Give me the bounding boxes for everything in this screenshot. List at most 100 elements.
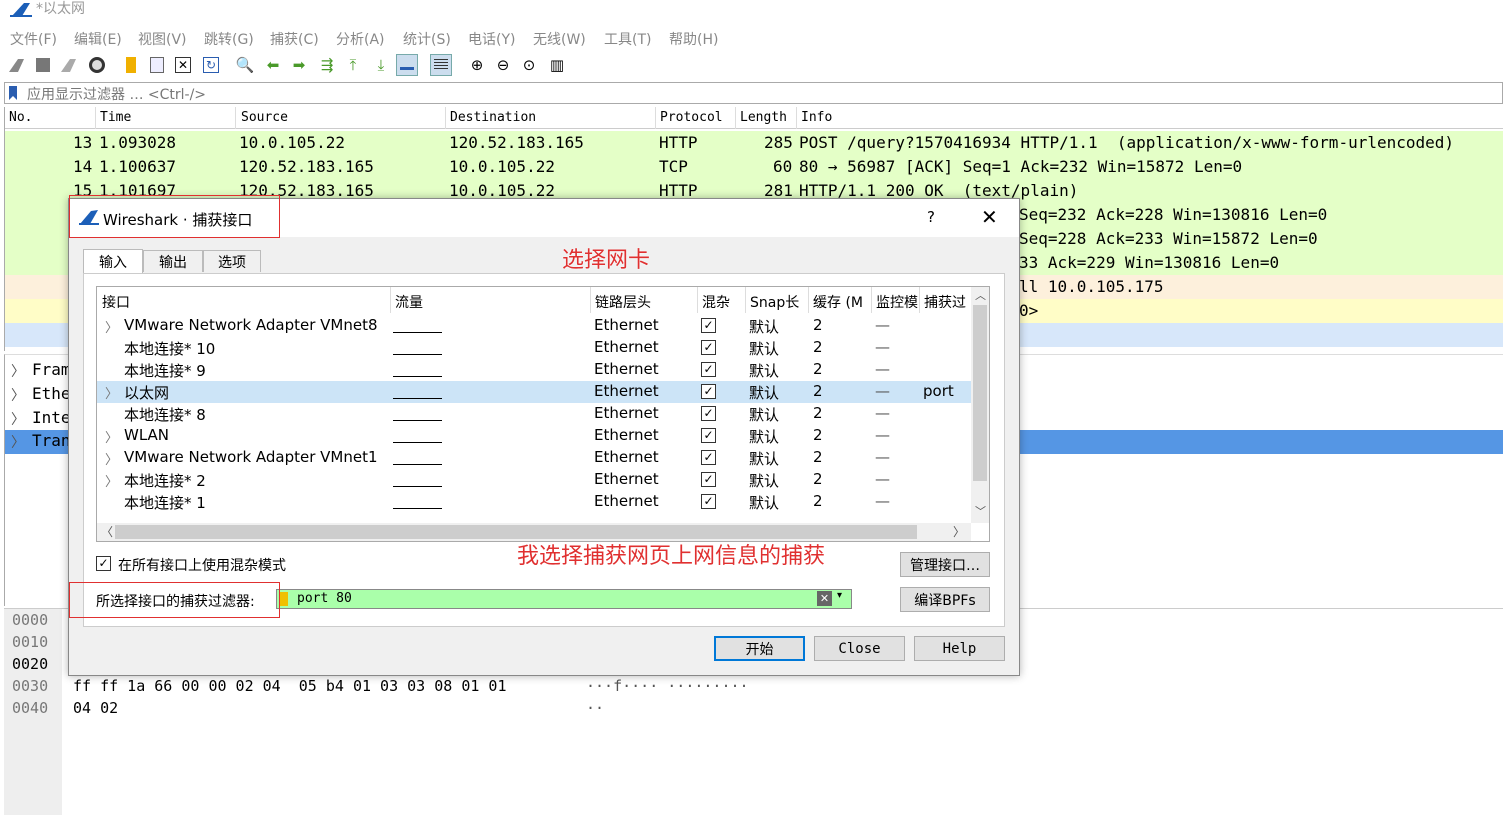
restart-capture-icon[interactable] bbox=[58, 54, 80, 76]
snaplen[interactable]: 默认 bbox=[749, 382, 779, 403]
buffer-size[interactable]: 2 bbox=[813, 316, 823, 334]
snaplen[interactable]: 默认 bbox=[749, 470, 779, 491]
colorize-icon[interactable] bbox=[430, 54, 452, 76]
chevron-right-icon[interactable]: 〉 bbox=[105, 449, 118, 468]
promisc-checkbox[interactable]: ✓ bbox=[701, 406, 716, 421]
col-time[interactable]: Time bbox=[100, 110, 131, 130]
snaplen[interactable]: 默认 bbox=[749, 492, 779, 513]
snaplen[interactable]: 默认 bbox=[749, 426, 779, 447]
buffer-size[interactable]: 2 bbox=[813, 470, 823, 488]
col-source[interactable]: Source bbox=[241, 110, 288, 130]
promisc-checkbox[interactable]: ✓ bbox=[701, 450, 716, 465]
buffer-size[interactable]: 2 bbox=[813, 492, 823, 510]
hex-bytes[interactable]: ff ff 1a 66 00 00 02 04 05 b4 01 03 03 0… bbox=[73, 677, 506, 695]
tab-output[interactable]: 输出 bbox=[143, 250, 203, 272]
interface-row[interactable]: 〉 VMware Network Adapter VMnet8 Ethernet ✓ 默… bbox=[97, 315, 971, 337]
interface-row[interactable]: 本地连接* 9 Ethernet ✓ 默认 2 — bbox=[97, 359, 971, 381]
interface-row[interactable]: 〉以太网 Ethernet ✓ 默认 2 — port bbox=[97, 381, 971, 403]
interface-row[interactable]: 本地连接* 8 Ethernet ✓ 默认 2 — bbox=[97, 403, 971, 425]
buffer-size[interactable]: 2 bbox=[813, 382, 823, 400]
menu-item[interactable]: 编辑(E) bbox=[74, 29, 122, 49]
col-no[interactable]: No. bbox=[9, 110, 32, 130]
bookmark-icon[interactable] bbox=[9, 86, 17, 100]
col-destination[interactable]: Destination bbox=[450, 110, 536, 130]
interface-row[interactable]: 〉本地连接* 2 Ethernet ✓ 默认 2 — bbox=[97, 469, 971, 491]
col-interface[interactable]: 接口 bbox=[102, 292, 382, 312]
go-back-icon[interactable]: ⬅ bbox=[262, 54, 284, 76]
start-capture-icon[interactable] bbox=[6, 54, 28, 76]
promisc-checkbox[interactable]: ✓ bbox=[701, 494, 716, 509]
menu-item[interactable]: 电话(Y) bbox=[468, 29, 515, 49]
interface-row[interactable]: 〉 WLAN Ethernet ✓ 默认 2 — bbox=[97, 425, 971, 447]
promisc-all-checkbox[interactable]: ✓ bbox=[96, 556, 111, 571]
capture-options-icon[interactable] bbox=[86, 54, 108, 76]
vertical-scrollbar[interactable]: ︿ ﹀ bbox=[971, 287, 989, 523]
buffer-size[interactable]: 2 bbox=[813, 360, 823, 378]
go-last-icon[interactable]: ⤓ bbox=[370, 54, 392, 76]
menu-item[interactable]: 统计(S) bbox=[403, 29, 451, 49]
close-button[interactable]: Close bbox=[814, 636, 905, 661]
resize-columns-icon[interactable]: ▥ bbox=[546, 54, 568, 76]
zoom-in-icon[interactable]: ⊕ bbox=[466, 54, 488, 76]
close-file-icon[interactable]: ✕ bbox=[172, 54, 194, 76]
chevron-right-icon[interactable]: 〉 bbox=[105, 471, 118, 490]
autoscroll-icon[interactable] bbox=[396, 54, 418, 76]
dropdown-arrow-icon[interactable]: ▾ bbox=[837, 590, 842, 601]
menu-item[interactable]: 无线(W) bbox=[533, 29, 586, 49]
promisc-checkbox[interactable]: ✓ bbox=[701, 340, 716, 355]
chevron-right-icon[interactable]: 〉 bbox=[105, 427, 118, 446]
clear-filter-icon[interactable]: ✕ bbox=[817, 591, 832, 606]
col-protocol[interactable]: Protocol bbox=[660, 110, 723, 130]
buffer-size[interactable]: 2 bbox=[813, 426, 823, 444]
buffer-size[interactable]: 2 bbox=[813, 448, 823, 466]
scroll-right-icon[interactable]: 〉 bbox=[953, 523, 965, 540]
save-file-icon[interactable] bbox=[146, 54, 168, 76]
go-to-packet-icon[interactable]: ⇶ bbox=[316, 54, 338, 76]
promisc-checkbox[interactable]: ✓ bbox=[701, 428, 716, 443]
menu-item[interactable]: 视图(V) bbox=[138, 29, 187, 49]
col-monitor[interactable]: 监控模 bbox=[876, 292, 918, 312]
hex-ascii[interactable]: ·· bbox=[586, 699, 604, 717]
col-promiscuous[interactable]: 混杂 bbox=[702, 292, 742, 312]
start-button[interactable]: 开始 bbox=[714, 636, 805, 661]
promisc-checkbox[interactable]: ✓ bbox=[701, 384, 716, 399]
col-traffic[interactable]: 流量 bbox=[395, 292, 585, 312]
chevron-right-icon[interactable]: 〉 bbox=[11, 385, 25, 405]
col-buffer[interactable]: 缓存 (M bbox=[813, 292, 870, 312]
col-length[interactable]: Length bbox=[740, 110, 787, 130]
interface-row[interactable]: 〉 VMware Network Adapter VMnet1 Ethernet ✓ 默… bbox=[97, 447, 971, 469]
go-forward-icon[interactable]: ➡ bbox=[288, 54, 310, 76]
scroll-left-icon[interactable]: 〈 bbox=[101, 523, 113, 540]
stop-capture-icon[interactable] bbox=[32, 54, 54, 76]
menu-item[interactable]: 帮助(H) bbox=[669, 29, 718, 49]
zoom-out-icon[interactable]: ⊖ bbox=[492, 54, 514, 76]
chevron-right-icon[interactable]: 〉 bbox=[11, 409, 25, 429]
snaplen[interactable]: 默认 bbox=[749, 316, 779, 337]
snaplen[interactable]: 默认 bbox=[749, 448, 779, 469]
manage-interfaces-button[interactable]: 管理接口… bbox=[900, 552, 990, 577]
capture-filter-input[interactable]: port 80 ✕ ▾ bbox=[276, 589, 852, 609]
interface-row[interactable]: 本地连接* 10 Ethernet ✓ 默认 2 — bbox=[97, 337, 971, 359]
promisc-checkbox[interactable]: ✓ bbox=[701, 318, 716, 333]
scroll-up-icon[interactable]: ︿ bbox=[975, 287, 986, 303]
tab-options[interactable]: 选项 bbox=[203, 250, 261, 272]
chevron-right-icon[interactable]: 〉 bbox=[11, 432, 25, 452]
snaplen[interactable]: 默认 bbox=[749, 404, 779, 425]
close-icon[interactable]: ✕ bbox=[981, 205, 998, 229]
buffer-size[interactable]: 2 bbox=[813, 338, 823, 356]
col-info[interactable]: Info bbox=[801, 110, 832, 130]
open-file-icon[interactable] bbox=[120, 54, 142, 76]
help-button[interactable]: Help bbox=[914, 636, 1005, 661]
chevron-right-icon[interactable]: 〉 bbox=[105, 317, 118, 336]
help-icon[interactable]: ? bbox=[927, 208, 935, 226]
snaplen[interactable]: 默认 bbox=[749, 360, 779, 381]
hex-ascii[interactable]: ···f···· ········· bbox=[586, 677, 749, 695]
interface-capture-filter[interactable]: port bbox=[923, 382, 954, 400]
col-capture-filter[interactable]: 捕获过 bbox=[924, 292, 970, 312]
promisc-checkbox[interactable]: ✓ bbox=[701, 472, 716, 487]
go-first-icon[interactable]: ⤒ bbox=[342, 54, 364, 76]
bookmark-icon[interactable] bbox=[280, 592, 288, 606]
col-snaplen[interactable]: Snap长 bbox=[750, 292, 806, 312]
menu-item[interactable]: 工具(T) bbox=[604, 29, 651, 49]
hex-bytes[interactable]: 04 02 bbox=[73, 699, 118, 717]
